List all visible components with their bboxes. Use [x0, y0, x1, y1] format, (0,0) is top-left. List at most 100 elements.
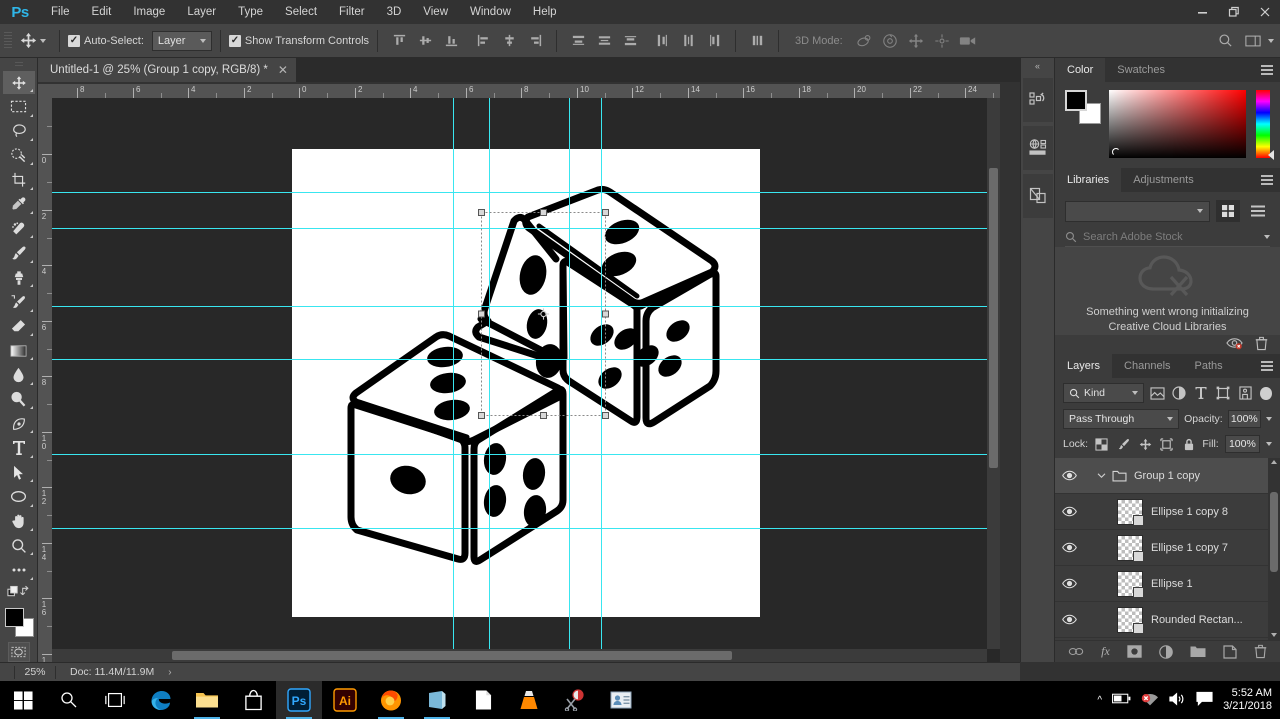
lock-position-icon[interactable]	[1137, 436, 1153, 452]
new-layer-icon[interactable]	[1223, 644, 1237, 659]
delete-icon[interactable]	[1255, 336, 1268, 354]
chevron-down-icon[interactable]	[1097, 472, 1106, 479]
vlc-icon[interactable]	[506, 681, 552, 719]
camera-3d-icon[interactable]	[955, 29, 981, 53]
task-view-icon[interactable]	[92, 681, 138, 719]
snipping-tool-icon[interactable]	[552, 681, 598, 719]
layer-visibility-toggle[interactable]	[1055, 506, 1083, 517]
menu-3d[interactable]: 3D	[376, 0, 413, 24]
new-group-icon[interactable]	[1190, 645, 1206, 658]
library-search-row[interactable]: Search Adobe Stock	[1065, 228, 1270, 248]
align-horizontal-centers-icon[interactable]	[496, 29, 522, 53]
action-center-icon[interactable]	[1196, 691, 1213, 709]
type-filter-icon[interactable]	[1193, 384, 1210, 403]
orbit-3d-icon[interactable]	[851, 29, 877, 53]
foreground-background-colors[interactable]	[4, 607, 34, 638]
smart-object-filter-icon[interactable]	[1237, 384, 1254, 403]
align-bottom-edges-icon[interactable]	[438, 29, 464, 53]
tab-adjustments[interactable]: Adjustments	[1121, 168, 1206, 192]
layer-thumbnail[interactable]	[1117, 606, 1144, 634]
contacts-icon[interactable]	[598, 681, 644, 719]
canvas-area[interactable]	[52, 98, 1000, 662]
properties-panel-icon[interactable]	[1022, 174, 1053, 218]
guide-horizontal[interactable]	[52, 454, 1000, 455]
fill-input[interactable]: 100%	[1224, 435, 1260, 453]
layer-visibility-toggle[interactable]	[1055, 578, 1083, 589]
hue-slider[interactable]	[1256, 90, 1274, 160]
battery-icon[interactable]	[1112, 693, 1131, 707]
eraser-tool[interactable]	[3, 315, 35, 338]
close-icon[interactable]: ✕	[278, 63, 288, 77]
scroll-down-icon[interactable]	[1270, 633, 1277, 637]
document-icon[interactable]	[460, 681, 506, 719]
layer-row-group[interactable]: Group 1 copy	[1055, 458, 1280, 494]
quick-mask-icon[interactable]	[7, 642, 30, 662]
start-button[interactable]	[0, 681, 46, 719]
layer-list[interactable]: Group 1 copy Ellipse 1 copy 8 Ellipse 1 …	[1055, 458, 1280, 640]
opacity-input[interactable]: 100%	[1227, 410, 1261, 428]
vertical-ruler[interactable]: 024681 01 21 41 61 8	[38, 98, 52, 662]
adjustment-layer-icon[interactable]	[1159, 644, 1173, 659]
panel-menu-icon[interactable]	[1261, 65, 1273, 75]
options-bar-grip[interactable]	[4, 31, 12, 50]
menu-edit[interactable]: Edit	[81, 0, 123, 24]
guide-vertical[interactable]	[453, 98, 454, 662]
lock-transparency-icon[interactable]	[1094, 436, 1110, 452]
gradient-tool[interactable]	[3, 339, 35, 362]
roll-3d-icon[interactable]	[877, 29, 903, 53]
distribute-left-edges-icon[interactable]	[649, 29, 675, 53]
slide-3d-icon[interactable]	[929, 29, 955, 53]
layer-name[interactable]: Ellipse 1	[1151, 578, 1193, 590]
auto-select-checkbox[interactable]	[68, 34, 80, 47]
canvas-horizontal-scrollbar[interactable]	[52, 649, 987, 662]
pen-tool[interactable]	[3, 412, 35, 435]
crop-tool[interactable]	[3, 168, 35, 191]
pan-3d-icon[interactable]	[903, 29, 929, 53]
rectangular-marquee-tool[interactable]	[3, 95, 35, 118]
distribute-spacing-icon[interactable]	[744, 29, 770, 53]
healing-brush-tool[interactable]	[3, 217, 35, 240]
align-top-edges-icon[interactable]	[386, 29, 412, 53]
hand-tool[interactable]	[3, 510, 35, 533]
illustrator-icon[interactable]: Ai	[322, 681, 368, 719]
path-selection-tool[interactable]	[3, 461, 35, 484]
distribute-horizontal-centers-icon[interactable]	[675, 29, 701, 53]
scrollbar-thumb[interactable]	[1270, 492, 1278, 572]
firefox-icon[interactable]	[368, 681, 414, 719]
brush-tool[interactable]	[3, 241, 35, 264]
quick-selection-tool[interactable]	[3, 144, 35, 167]
microsoft-store-icon[interactable]	[230, 681, 276, 719]
tray-expand-chevron-icon[interactable]: ^	[1097, 695, 1102, 706]
3d-panel-icon[interactable]	[1022, 126, 1053, 170]
photoshop-icon[interactable]: Ps	[276, 681, 322, 719]
color-picker-marker[interactable]	[1112, 148, 1120, 156]
library-dropdown[interactable]	[1065, 200, 1210, 222]
fx-icon[interactable]: fx	[1101, 644, 1110, 659]
panel-menu-icon[interactable]	[1261, 175, 1273, 185]
add-mask-icon[interactable]	[1127, 645, 1142, 658]
layer-visibility-toggle[interactable]	[1055, 470, 1083, 481]
menu-layer[interactable]: Layer	[176, 0, 227, 24]
workspace-chevron-icon[interactable]	[1268, 38, 1274, 43]
list-view-icon[interactable]	[1246, 200, 1270, 222]
show-transform-controls-checkbox[interactable]	[228, 34, 241, 47]
clone-stamp-tool[interactable]	[3, 266, 35, 289]
color-field[interactable]	[1109, 90, 1246, 158]
layer-list-scrollbar[interactable]	[1268, 458, 1280, 640]
canvas-vertical-scrollbar[interactable]	[987, 98, 1000, 649]
layer-visibility-toggle[interactable]	[1055, 542, 1083, 553]
menu-view[interactable]: View	[412, 0, 459, 24]
layer-filter-toggle[interactable]	[1260, 386, 1273, 400]
foreground-color-swatch[interactable]	[4, 608, 24, 628]
onenote-icon[interactable]	[414, 681, 460, 719]
align-left-edges-icon[interactable]	[470, 29, 496, 53]
distribute-bottom-edges-icon[interactable]	[617, 29, 643, 53]
tab-color[interactable]: Color	[1055, 58, 1106, 82]
opacity-chevron-icon[interactable]	[1266, 417, 1272, 421]
document-tab[interactable]: Untitled-1 @ 25% (Group 1 copy, RGB/8) *…	[38, 58, 297, 82]
adjustment-filter-icon[interactable]	[1171, 384, 1188, 403]
distribute-right-edges-icon[interactable]	[701, 29, 727, 53]
workspace-icon[interactable]	[1240, 29, 1266, 53]
close-button[interactable]	[1249, 0, 1280, 24]
tab-layers[interactable]: Layers	[1055, 354, 1113, 378]
